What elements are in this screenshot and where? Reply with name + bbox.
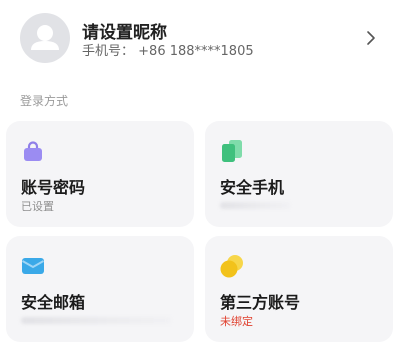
card-title: 安全手机: [220, 178, 285, 197]
card-secure-phone[interactable]: 安全手机: [205, 121, 393, 227]
card-status: 未绑定: [220, 315, 253, 328]
user-icon: [31, 25, 59, 50]
card-status: 已设置: [21, 200, 54, 213]
phone-value: +86 188****1805: [138, 44, 254, 59]
phone-label: 手机号：: [82, 44, 135, 59]
lock-icon: [24, 141, 42, 161]
masked-email: [21, 317, 171, 324]
section-title: 登录方式: [20, 94, 69, 108]
card-title: 账号密码: [21, 178, 86, 197]
card-title: 第三方账号: [220, 293, 301, 312]
card-account-password[interactable]: 账号密码 已设置: [6, 121, 194, 227]
avatar[interactable]: [20, 13, 70, 63]
phone-icon: [222, 140, 242, 162]
card-third-party-account[interactable]: 第三方账号 未绑定: [205, 236, 393, 342]
mail-icon: [22, 258, 44, 274]
masked-phone: [220, 202, 290, 209]
coins-icon: [220, 255, 243, 278]
phone-number: 手机号： +86 188****1805: [82, 40, 254, 59]
card-secure-email[interactable]: 安全邮箱: [6, 236, 194, 342]
card-title: 安全邮箱: [21, 293, 86, 312]
profile-header[interactable]: 请设置昵称 手机号： +86 188****1805: [0, 0, 400, 80]
chevron-right-icon[interactable]: [364, 28, 378, 48]
